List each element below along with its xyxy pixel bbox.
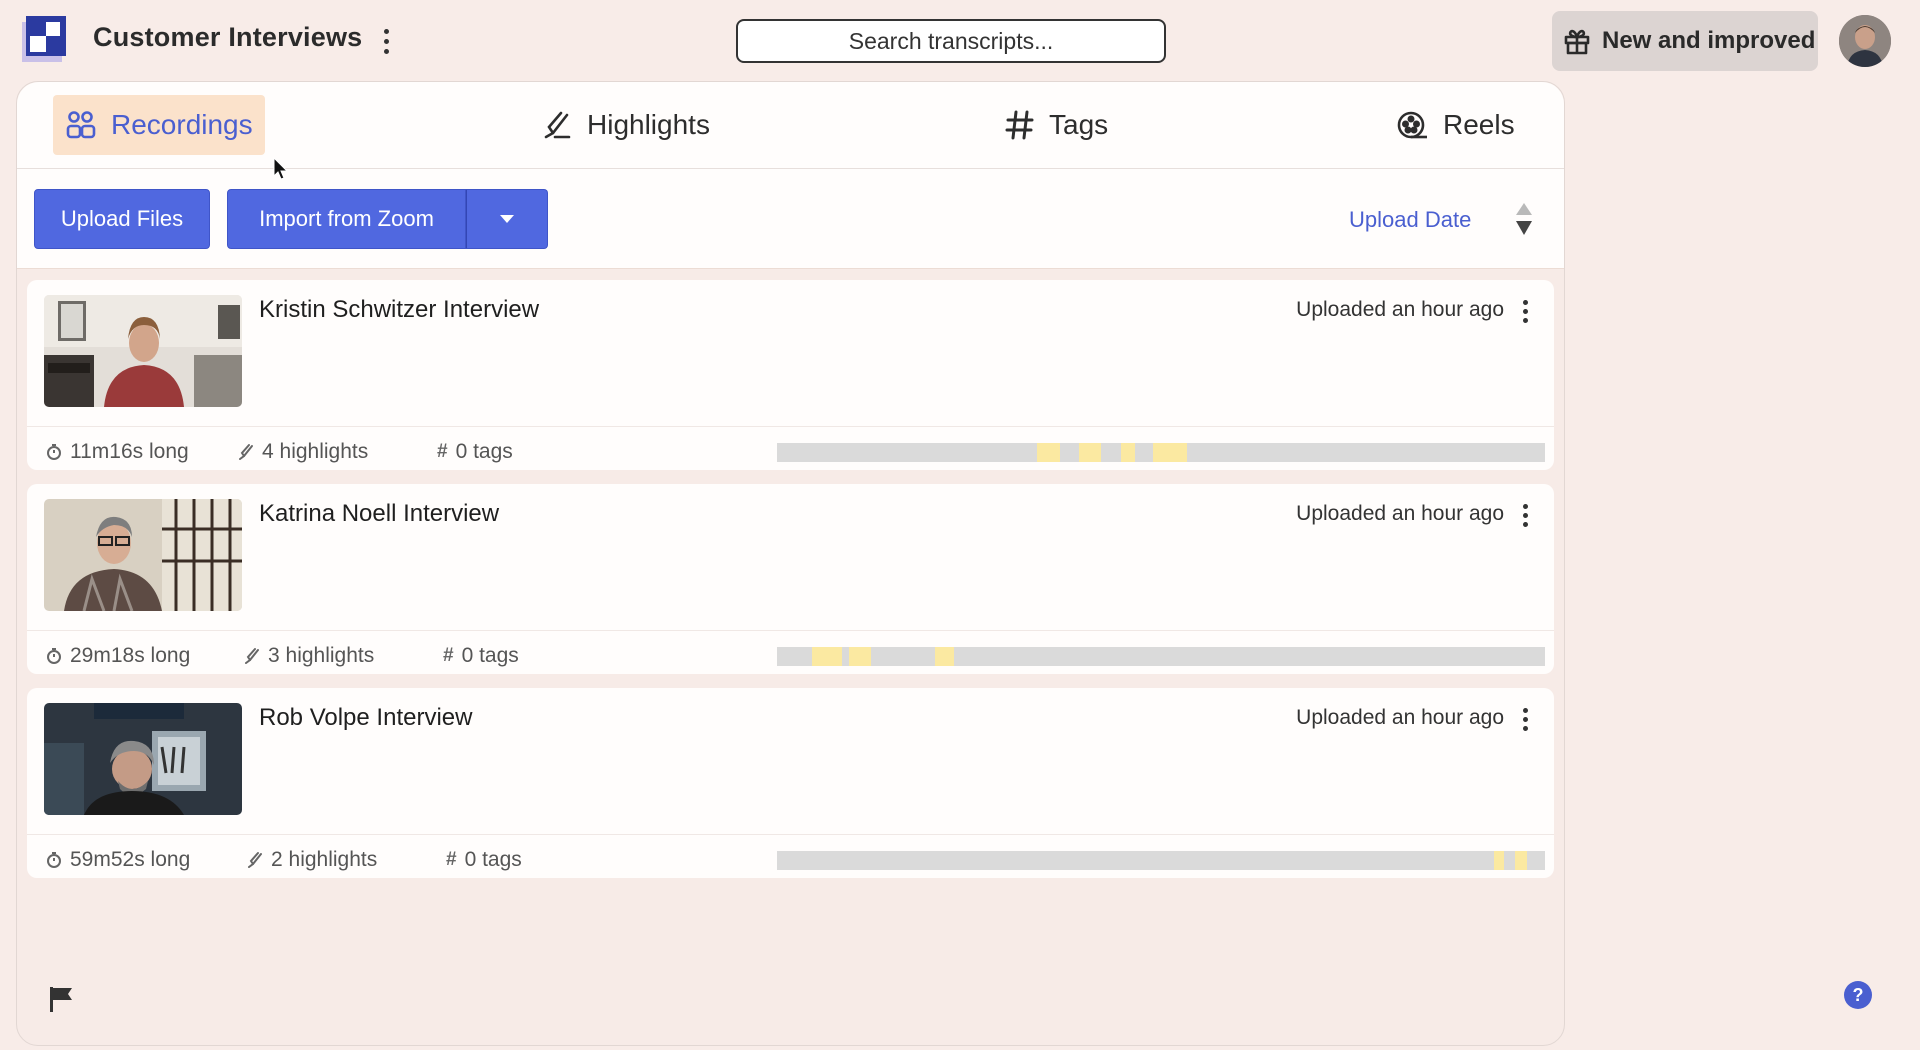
recording-title[interactable]: Kristin Schwitzer Interview bbox=[259, 296, 539, 324]
toolbar: Upload Files Import from Zoom Upload Dat… bbox=[17, 169, 1564, 269]
sort-icon[interactable] bbox=[1514, 201, 1534, 237]
mouse-cursor-icon bbox=[273, 157, 289, 180]
highlighter-icon bbox=[239, 444, 253, 460]
recording-menu-icon[interactable] bbox=[1518, 499, 1532, 531]
top-bar: Customer Interviews New and improved bbox=[0, 0, 1920, 80]
card-divider bbox=[27, 426, 1554, 427]
import-from-zoom-button[interactable]: Import from Zoom bbox=[227, 189, 466, 249]
stopwatch-icon bbox=[47, 852, 61, 868]
sort-by-upload-date[interactable]: Upload Date bbox=[1349, 207, 1471, 233]
duration: 59m52s long bbox=[46, 846, 190, 874]
stopwatch-icon bbox=[47, 648, 61, 664]
hash-icon: # bbox=[446, 849, 457, 870]
highlight-count-label: 3 highlights bbox=[268, 644, 375, 667]
hash-icon bbox=[1005, 110, 1034, 140]
card-divider bbox=[27, 630, 1554, 631]
app-logo-icon[interactable] bbox=[20, 14, 68, 62]
duration: 11m16s long bbox=[46, 438, 189, 466]
highlight-segment[interactable] bbox=[849, 647, 872, 666]
tab-tags-label: Tags bbox=[1049, 109, 1109, 140]
highlight-timeline[interactable] bbox=[777, 443, 1545, 462]
recording-thumbnail[interactable] bbox=[44, 295, 242, 407]
people-icon bbox=[66, 111, 96, 139]
flag-icon[interactable] bbox=[48, 985, 74, 1013]
highlight-count-label: 2 highlights bbox=[271, 848, 378, 871]
recording-thumbnail[interactable] bbox=[44, 703, 242, 815]
tab-reels-label: Reels bbox=[1443, 109, 1515, 140]
highlighter-icon bbox=[248, 852, 262, 868]
import-options-dropdown[interactable] bbox=[466, 189, 548, 249]
film-reel-icon bbox=[1397, 111, 1427, 139]
highlight-timeline[interactable] bbox=[777, 647, 1545, 666]
recording-menu-icon[interactable] bbox=[1518, 295, 1532, 327]
new-and-improved-label: New and improved bbox=[1602, 27, 1816, 54]
tag-count: # 0 tags bbox=[437, 438, 513, 466]
recording-card[interactable]: Katrina Noell Interview Uploaded an hour… bbox=[27, 484, 1554, 674]
tab-recordings-label: Recordings bbox=[111, 109, 253, 140]
tag-count-label: 0 tags bbox=[455, 440, 513, 463]
tab-recordings[interactable]: Recordings bbox=[53, 95, 265, 155]
highlight-segment[interactable] bbox=[1152, 443, 1188, 462]
recording-card[interactable]: Rob Volpe Interview Uploaded an hour ago… bbox=[27, 688, 1554, 878]
card-divider bbox=[27, 834, 1554, 835]
tab-bar: Recordings Highlights Tags Reels bbox=[17, 82, 1564, 169]
new-and-improved-button[interactable]: New and improved bbox=[1552, 11, 1818, 71]
tag-count: # 0 tags bbox=[446, 846, 522, 874]
stopwatch-icon bbox=[47, 444, 61, 460]
recording-thumbnail[interactable] bbox=[44, 499, 242, 611]
main-panel: Recordings Highlights Tags Reels Upload … bbox=[16, 81, 1565, 1046]
recording-card[interactable]: Kristin Schwitzer Interview Uploaded an … bbox=[27, 280, 1554, 470]
tag-count-label: 0 tags bbox=[461, 644, 519, 667]
highlighter-icon bbox=[544, 111, 571, 139]
hash-icon: # bbox=[437, 441, 448, 462]
project-menu-icon[interactable] bbox=[376, 24, 396, 58]
upload-time: Uploaded an hour ago bbox=[1296, 706, 1504, 729]
svg-text:?: ? bbox=[1853, 985, 1864, 1005]
highlight-segment[interactable] bbox=[1036, 443, 1060, 462]
app-title: Customer Interviews bbox=[93, 22, 363, 52]
highlight-count: 3 highlights bbox=[244, 642, 374, 670]
highlight-count-label: 4 highlights bbox=[262, 440, 369, 463]
hash-icon: # bbox=[443, 645, 454, 666]
help-icon[interactable]: ? bbox=[1843, 980, 1873, 1010]
tag-count: # 0 tags bbox=[443, 642, 519, 670]
highlight-segment[interactable] bbox=[811, 647, 843, 666]
highlighter-icon bbox=[245, 648, 259, 664]
highlight-timeline[interactable] bbox=[777, 851, 1545, 870]
recording-title[interactable]: Katrina Noell Interview bbox=[259, 500, 499, 528]
upload-time: Uploaded an hour ago bbox=[1296, 298, 1504, 321]
recording-menu-icon[interactable] bbox=[1518, 703, 1532, 735]
gift-icon bbox=[1564, 29, 1590, 55]
tab-highlights-label: Highlights bbox=[587, 109, 710, 140]
highlight-segment[interactable] bbox=[1515, 851, 1527, 870]
tag-count-label: 0 tags bbox=[464, 848, 522, 871]
highlight-count: 4 highlights bbox=[238, 438, 368, 466]
caret-down-icon bbox=[500, 215, 514, 223]
highlight-segment[interactable] bbox=[1121, 443, 1135, 462]
duration-label: 29m18s long bbox=[70, 644, 191, 667]
tab-reels[interactable]: Reels bbox=[1395, 95, 1515, 155]
user-avatar[interactable] bbox=[1839, 15, 1891, 67]
duration-label: 59m52s long bbox=[70, 848, 191, 871]
highlight-segment[interactable] bbox=[935, 647, 955, 666]
upload-files-button[interactable]: Upload Files bbox=[34, 189, 210, 249]
highlight-count: 2 highlights bbox=[247, 846, 377, 874]
upload-time: Uploaded an hour ago bbox=[1296, 502, 1504, 525]
recording-title[interactable]: Rob Volpe Interview bbox=[259, 704, 472, 732]
highlight-segment[interactable] bbox=[1493, 851, 1505, 870]
duration: 29m18s long bbox=[46, 642, 190, 670]
highlight-segment[interactable] bbox=[1078, 443, 1102, 462]
duration-label: 11m16s long bbox=[70, 440, 189, 463]
tab-tags[interactable]: Tags bbox=[1005, 95, 1108, 155]
tab-highlights[interactable]: Highlights bbox=[541, 95, 710, 155]
search-input[interactable] bbox=[736, 19, 1166, 63]
